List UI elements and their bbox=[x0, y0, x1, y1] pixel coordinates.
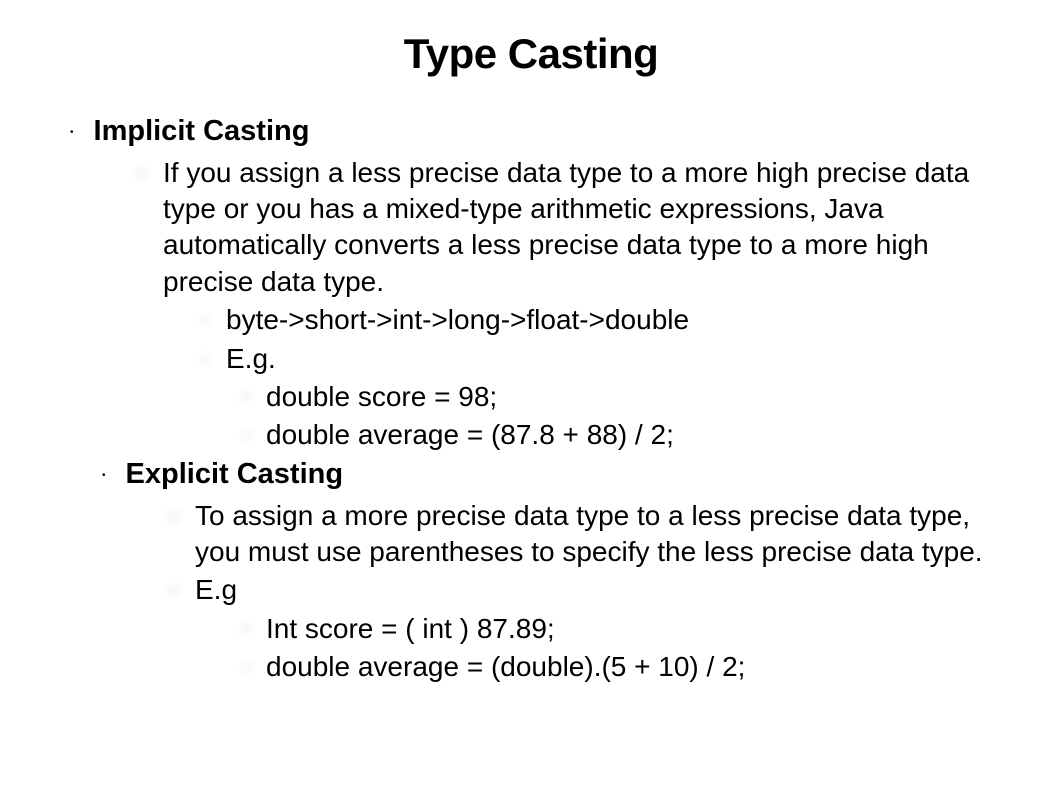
bullet-marker bbox=[200, 353, 212, 365]
bullet-marker bbox=[240, 623, 252, 635]
bullet-dot: • bbox=[70, 127, 74, 138]
bullet-marker bbox=[167, 584, 181, 598]
bullet-marker bbox=[240, 429, 252, 441]
list-item: Int score = ( int ) 87.89; bbox=[240, 611, 1022, 647]
list-item: double average = (87.8 + 88) / 2; bbox=[240, 417, 1022, 453]
bullet-marker bbox=[200, 314, 212, 326]
bullet-marker bbox=[240, 661, 252, 673]
list-item: E.g. bbox=[200, 341, 1022, 377]
list-item: To assign a more precise data type to a … bbox=[167, 498, 1022, 571]
list-item: • Implicit Casting bbox=[70, 113, 1022, 151]
body-text: To assign a more precise data type to a … bbox=[195, 498, 1022, 571]
list-item: If you assign a less precise data type t… bbox=[135, 155, 1022, 301]
body-text: If you assign a less precise data type t… bbox=[163, 155, 1022, 301]
code-example: Int score = ( int ) 87.89; bbox=[266, 611, 555, 647]
list-item: • Explicit Casting bbox=[102, 456, 1022, 494]
list-item: byte->short->int->long->float->double bbox=[200, 302, 1022, 338]
code-example: double average = (double).(5 + 10) / 2; bbox=[266, 649, 745, 685]
slide-title: Type Casting bbox=[40, 30, 1022, 78]
slide-content: • Implicit Casting If you assign a less … bbox=[40, 113, 1022, 685]
list-item: double score = 98; bbox=[240, 379, 1022, 415]
body-text: E.g. bbox=[226, 341, 276, 377]
body-text: E.g bbox=[195, 572, 237, 608]
bullet-dot: • bbox=[102, 470, 106, 481]
section-heading: Explicit Casting bbox=[126, 456, 344, 494]
body-text: byte->short->int->long->float->double bbox=[226, 302, 689, 338]
code-example: double average = (87.8 + 88) / 2; bbox=[266, 417, 674, 453]
bullet-marker bbox=[167, 510, 181, 524]
bullet-marker bbox=[135, 167, 149, 181]
section-heading: Implicit Casting bbox=[94, 113, 310, 151]
code-example: double score = 98; bbox=[266, 379, 497, 415]
list-item: double average = (double).(5 + 10) / 2; bbox=[240, 649, 1022, 685]
bullet-marker bbox=[240, 391, 252, 403]
list-item: E.g bbox=[167, 572, 1022, 608]
